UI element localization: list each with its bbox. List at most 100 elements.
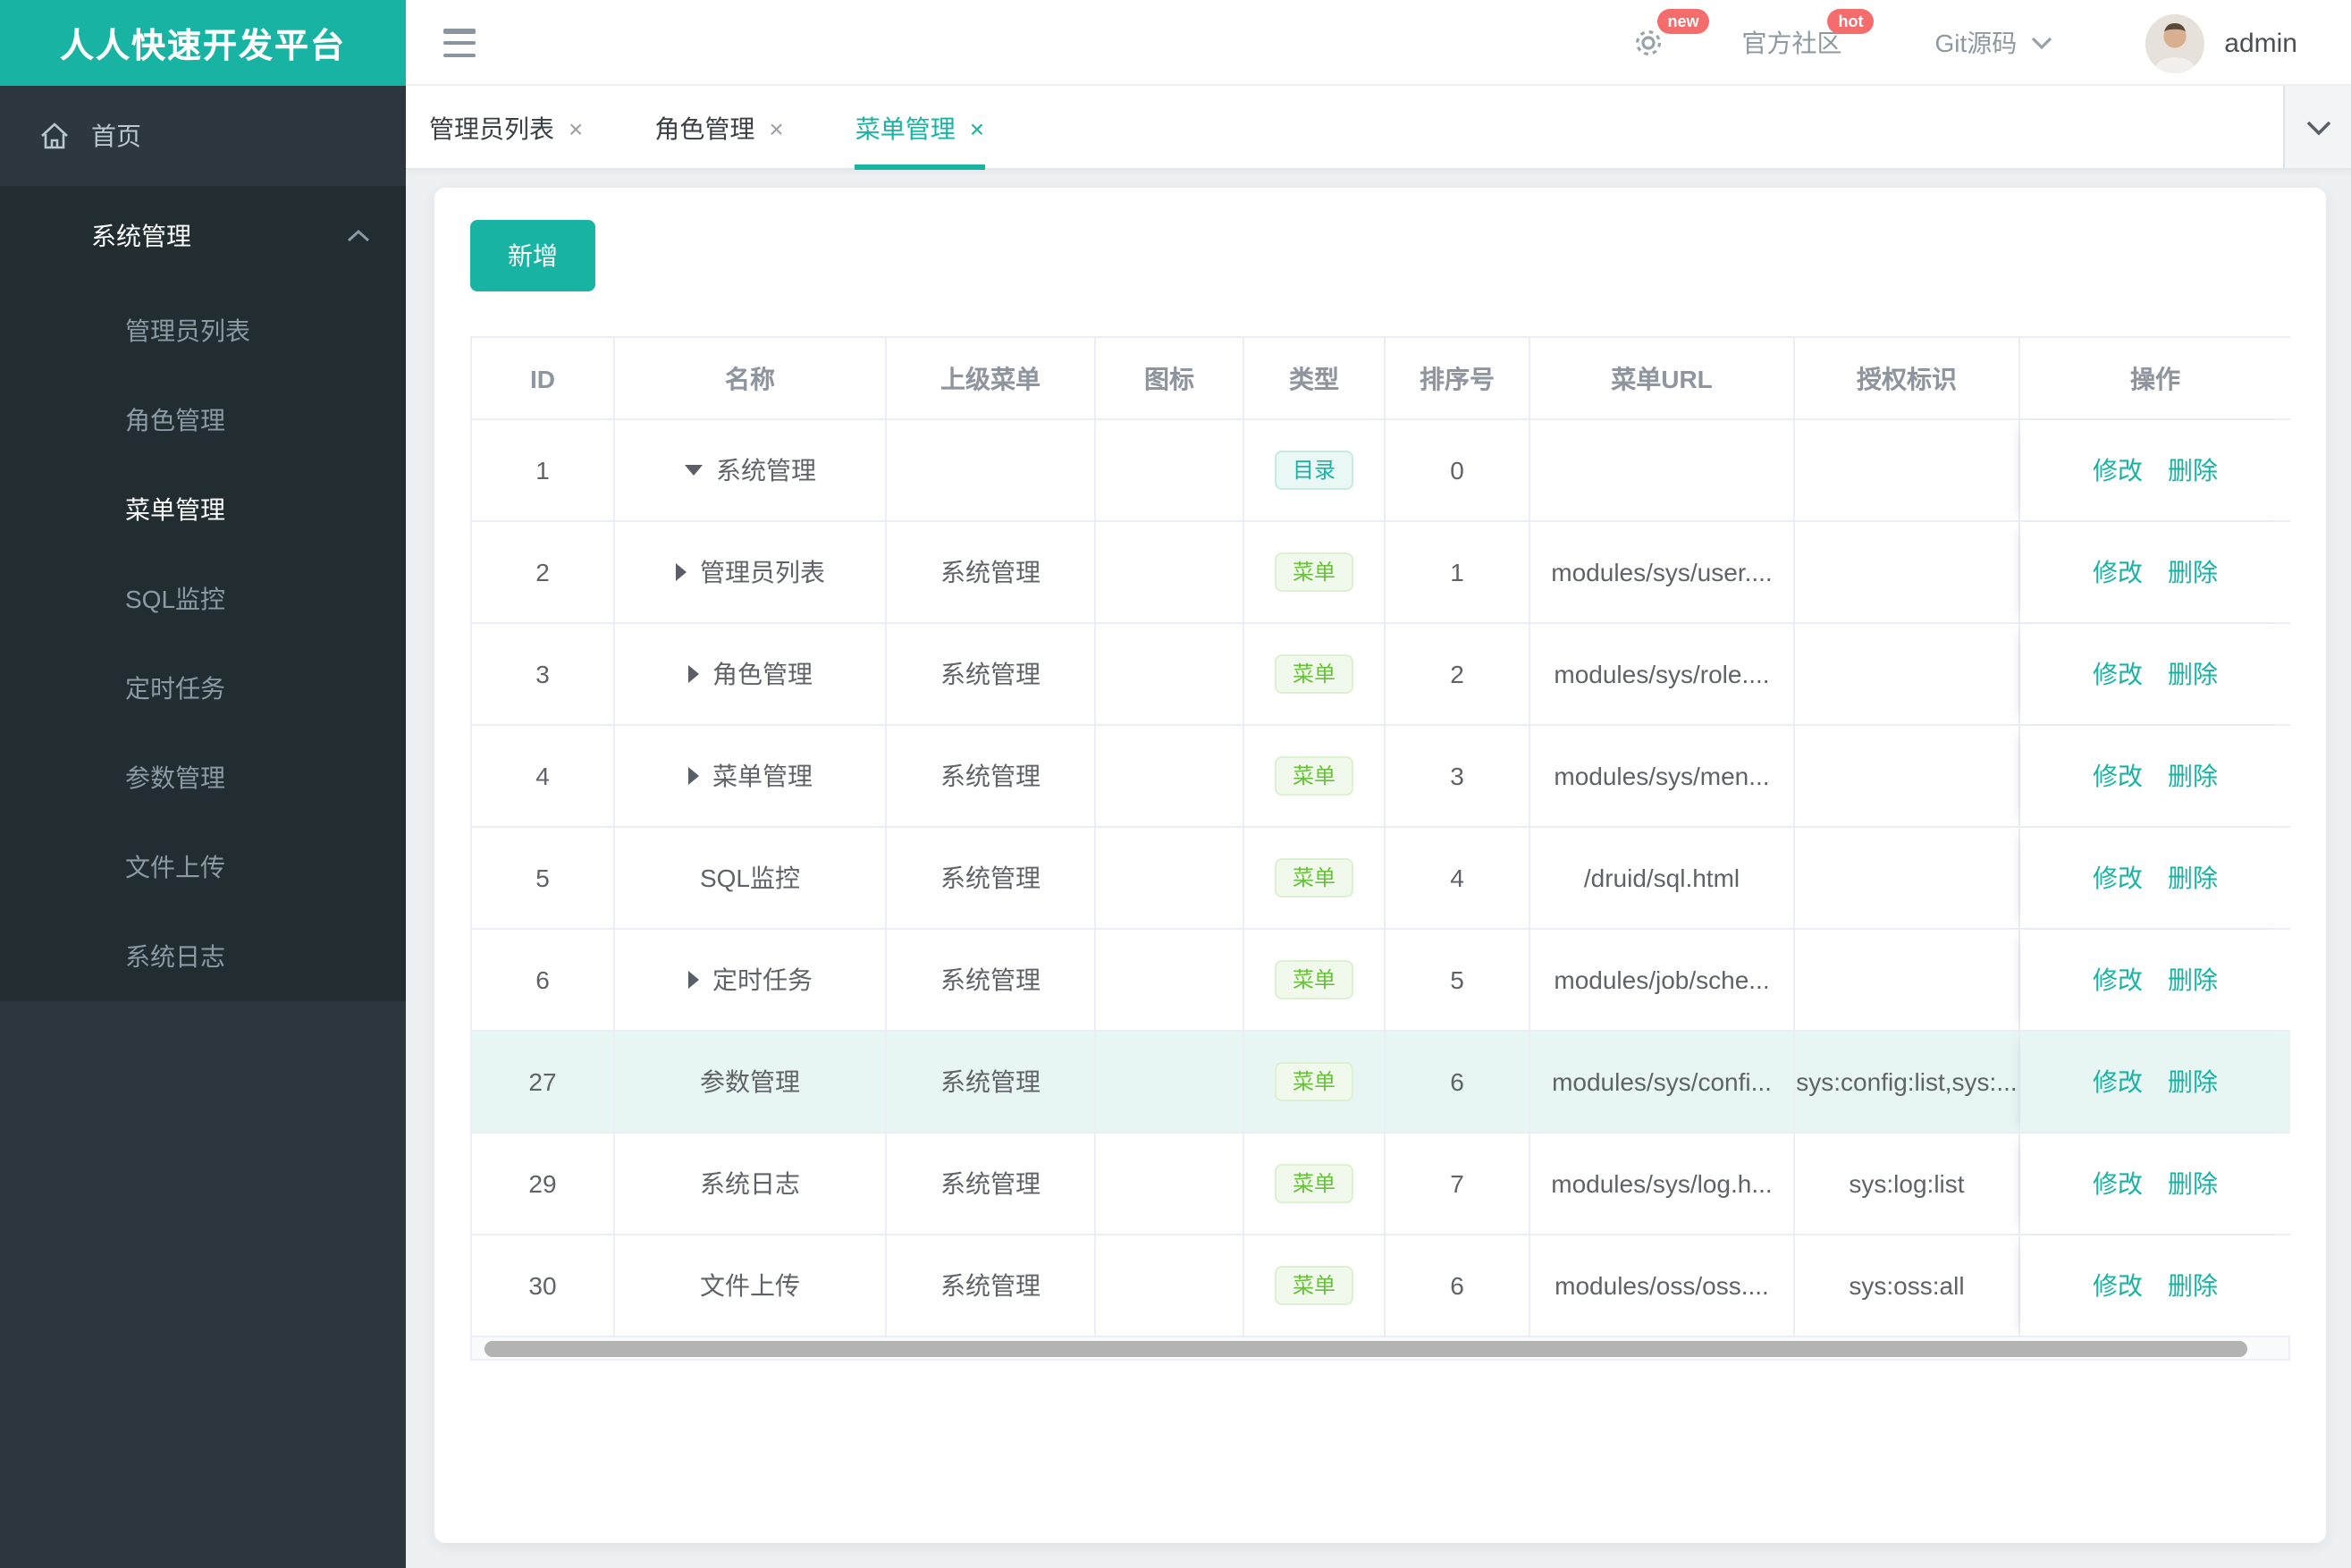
cell-icon — [1096, 930, 1244, 1032]
cell-order: 5 — [1386, 930, 1530, 1032]
type-badge: 菜单 — [1274, 960, 1353, 999]
sidebar-item-系统日志[interactable]: 系统日志 — [0, 912, 406, 1001]
cell-parent: 系统管理 — [887, 522, 1096, 624]
cell-id: 29 — [472, 1134, 615, 1235]
horizontal-scrollbar — [470, 1336, 2290, 1361]
sidebar-item-定时任务[interactable]: 定时任务 — [0, 644, 406, 733]
settings-gear-button[interactable]: new — [1631, 9, 1710, 61]
menu-name: 系统管理 — [716, 456, 816, 485]
column-header-名称: 名称 — [615, 338, 887, 420]
cell-url: /druid/sql.html — [1530, 828, 1795, 930]
cell-id: 5 — [472, 828, 615, 930]
column-header-菜单URL: 菜单URL — [1530, 338, 1795, 420]
table-row: 3 角色管理 系统管理 菜单 2 modules/sys/role.... 修改 删除 — [472, 624, 2290, 726]
table-body: 1 系统管理 目录 0 修改 删除 2 管理员列表 系统管理 菜单 1 modules/sys/use… — [472, 420, 2290, 1337]
cell-icon — [1096, 1032, 1244, 1134]
expand-caret-icon[interactable] — [675, 563, 686, 581]
expand-caret-icon[interactable] — [687, 971, 698, 989]
delete-link[interactable]: 删除 — [2168, 554, 2218, 590]
cell-icon — [1096, 1235, 1244, 1337]
table-row: 6 定时任务 系统管理 菜单 5 modules/job/sche... 修改 删除 — [472, 930, 2290, 1032]
user-avatar[interactable] — [2145, 13, 2205, 72]
delete-link[interactable]: 删除 — [2168, 1268, 2218, 1303]
table-row: 29 系统日志 系统管理 菜单 7 modules/sys/log.h... sys:log… — [472, 1134, 2290, 1235]
type-badge: 菜单 — [1274, 1062, 1353, 1101]
cell-order: 2 — [1386, 624, 1530, 726]
type-badge: 菜单 — [1274, 858, 1353, 898]
edit-link[interactable]: 修改 — [2093, 554, 2143, 590]
cell-icon — [1096, 624, 1244, 726]
table-row: 30 文件上传 系统管理 菜单 6 modules/oss/oss.... sys:oss:… — [472, 1235, 2290, 1337]
delete-link[interactable]: 删除 — [2168, 860, 2218, 896]
cell-order: 6 — [1386, 1235, 1530, 1337]
edit-link[interactable]: 修改 — [2093, 1268, 2143, 1303]
column-header-类型: 类型 — [1244, 338, 1386, 420]
sidebar-item-角色管理[interactable]: 角色管理 — [0, 375, 406, 465]
tabs: 管理员列表 × 角色管理 × 菜单管理 × — [429, 86, 1056, 170]
cell-type: 菜单 — [1244, 1235, 1386, 1337]
git-source-dropdown[interactable]: Git源码 — [1935, 25, 2053, 61]
cell-perms — [1795, 726, 2020, 828]
sidebar-item-管理员列表[interactable]: 管理员列表 — [0, 286, 406, 375]
tab-菜单管理[interactable]: 菜单管理 × — [855, 86, 985, 170]
sidebar-item-文件上传[interactable]: 文件上传 — [0, 822, 406, 912]
cell-perms — [1795, 522, 2020, 624]
tab-close-icon[interactable]: × — [769, 115, 783, 140]
type-badge: 菜单 — [1274, 756, 1353, 796]
cell-name: 系统日志 — [615, 1134, 887, 1235]
cell-perms — [1795, 828, 2020, 930]
cell-actions: 修改 删除 — [2020, 1032, 2290, 1134]
tab-角色管理[interactable]: 角色管理 × — [654, 86, 783, 170]
edit-link[interactable]: 修改 — [2093, 1166, 2143, 1201]
cell-type: 菜单 — [1244, 1032, 1386, 1134]
edit-link[interactable]: 修改 — [2093, 1064, 2143, 1100]
menu-name: 定时任务 — [712, 965, 813, 994]
scrollbar-thumb[interactable] — [485, 1341, 2247, 1357]
edit-link[interactable]: 修改 — [2093, 452, 2143, 488]
home-icon — [41, 122, 68, 149]
cell-icon — [1096, 420, 1244, 522]
menu-name: SQL监控 — [699, 864, 800, 892]
sidebar-item-菜单管理[interactable]: 菜单管理 — [0, 465, 406, 554]
chevron-down-icon — [2032, 37, 2052, 50]
sidebar-item-参数管理[interactable]: 参数管理 — [0, 733, 406, 822]
delete-link[interactable]: 删除 — [2168, 656, 2218, 692]
column-header-授权标识: 授权标识 — [1795, 338, 2020, 420]
edit-link[interactable]: 修改 — [2093, 656, 2143, 692]
cell-type: 目录 — [1244, 420, 1386, 522]
header-right-group: new 官方社区 hot Git源码 admin — [1631, 0, 2297, 86]
column-header-图标: 图标 — [1096, 338, 1244, 420]
edit-link[interactable]: 修改 — [2093, 860, 2143, 896]
sidebar-toggle-icon[interactable] — [443, 27, 476, 59]
expand-caret-icon[interactable] — [687, 767, 698, 785]
tab-close-icon[interactable]: × — [970, 115, 984, 140]
sidebar-item-home[interactable]: 首页 — [0, 86, 406, 186]
cell-type: 菜单 — [1244, 1134, 1386, 1235]
tab-bar: 管理员列表 × 角色管理 × 菜单管理 × — [406, 86, 2351, 170]
cell-name: 菜单管理 — [615, 726, 887, 828]
edit-link[interactable]: 修改 — [2093, 758, 2143, 794]
community-link[interactable]: 官方社区 hot — [1742, 9, 1875, 61]
delete-link[interactable]: 删除 — [2168, 1064, 2218, 1100]
tab-管理员列表[interactable]: 管理员列表 × — [429, 86, 583, 170]
delete-link[interactable]: 删除 — [2168, 962, 2218, 998]
edit-link[interactable]: 修改 — [2093, 962, 2143, 998]
cell-type: 菜单 — [1244, 930, 1386, 1032]
expand-caret-icon[interactable] — [687, 665, 698, 683]
cell-order: 1 — [1386, 522, 1530, 624]
column-header-上级菜单: 上级菜单 — [887, 338, 1096, 420]
sidebar-group-toggle[interactable]: 系统管理 — [0, 186, 406, 286]
cell-perms: sys:log:list — [1795, 1134, 2020, 1235]
delete-link[interactable]: 删除 — [2168, 758, 2218, 794]
top-header: 人人快速开发平台 new 官方社区 hot Git源码 admin — [0, 0, 2351, 86]
type-badge: 菜单 — [1274, 654, 1353, 694]
tab-close-icon[interactable]: × — [569, 115, 583, 140]
delete-link[interactable]: 删除 — [2168, 1166, 2218, 1201]
cell-url: modules/sys/user.... — [1530, 522, 1795, 624]
sidebar-item-SQL监控[interactable]: SQL监控 — [0, 554, 406, 644]
delete-link[interactable]: 删除 — [2168, 452, 2218, 488]
add-button[interactable]: 新增 — [470, 220, 595, 291]
collapse-caret-icon[interactable] — [684, 465, 702, 476]
cell-name: 管理员列表 — [615, 522, 887, 624]
tabs-overflow-button[interactable] — [2283, 86, 2351, 168]
